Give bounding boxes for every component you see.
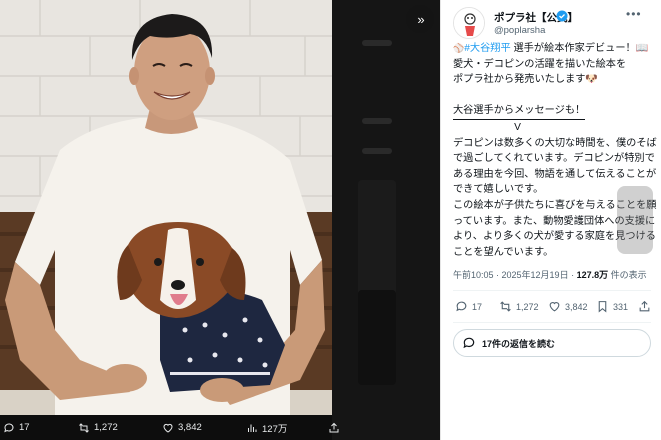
ghost-line	[362, 118, 392, 124]
app-root: » 17 1,272 3,842 127万 ポプラ社【公式】 @poplarsh…	[0, 0, 661, 440]
ghost-line	[362, 40, 392, 46]
like-count: 3,842	[565, 301, 588, 312]
heart-icon	[549, 302, 560, 312]
tweet-line: ポプラ社から発売いたします🐶	[453, 74, 599, 86]
tweet-line: 愛犬・デコピンの活躍を描いた絵本を	[453, 58, 627, 70]
photo-illustration	[0, 0, 332, 415]
viewer-repost-count: 1,272	[94, 422, 118, 433]
reply-count: 17	[472, 301, 483, 312]
media-viewer: » 17 1,272 3,842 127万	[0, 0, 440, 440]
viewer-share-button[interactable]	[328, 422, 340, 434]
floating-overlay-button[interactable]	[617, 186, 653, 254]
repost-count: 1,272	[516, 301, 539, 312]
tweet-action-bar: 17 1,272 3,842 331	[453, 300, 651, 318]
more-options-icon[interactable]: •••	[626, 7, 642, 21]
viewer-reply-count: 17	[19, 422, 30, 433]
tweet-line: ⚾#大谷翔平 選手が絵本作家デビュー！📖	[453, 41, 653, 57]
viewer-like-button[interactable]: 3,842	[162, 422, 202, 434]
message-heading: 大谷選手からメッセージも！	[453, 103, 586, 120]
share-icon	[329, 422, 339, 432]
tweet-photo[interactable]	[0, 0, 332, 415]
heart-icon	[163, 423, 173, 433]
tweet-line-text: 選手が絵本作家デビュー！📖	[510, 43, 649, 54]
collapse-panel-button[interactable]: »	[406, 5, 434, 33]
viewer-action-bar: 17 1,272 3,842 127万	[0, 415, 440, 440]
reply-icon	[4, 422, 14, 432]
divider	[453, 290, 651, 291]
views-count: 127.8万	[576, 270, 609, 280]
viewer-repost-button[interactable]: 1,272	[78, 422, 118, 434]
viewer-views-button[interactable]: 127万	[246, 421, 287, 435]
ghost-line	[362, 148, 392, 154]
viewer-views-count: 127万	[262, 423, 288, 435]
tweet-timestamp[interactable]: 午前10:05 · 2025年12月19日 ·	[453, 270, 577, 280]
divider	[453, 322, 651, 323]
bookmark-icon	[598, 301, 607, 313]
viewer-reply-button[interactable]: 17	[3, 422, 30, 434]
share-icon	[639, 300, 650, 312]
reply-bubble-icon	[463, 337, 475, 349]
share-button[interactable]	[638, 300, 651, 313]
ghost-image	[358, 290, 396, 385]
views-chart-icon	[248, 424, 257, 432]
reply-button[interactable]: 17	[455, 300, 482, 313]
hashtag-link[interactable]: #大谷翔平	[464, 43, 510, 54]
viewer-like-count: 3,842	[178, 422, 202, 433]
views-label: 件の表示	[608, 270, 647, 280]
double-chevron-right-icon: »	[417, 11, 424, 27]
tweet-line: 大谷選手からメッセージも！	[453, 103, 653, 120]
tweet-line: ある理由を今回、物語を通して伝えることが	[453, 168, 657, 180]
read-replies-button[interactable]: 17件の返信を読む	[453, 329, 651, 357]
verified-badge-icon	[556, 10, 568, 22]
repost-button[interactable]: 1,272	[499, 300, 539, 313]
read-replies-label: 17件の返信を読む	[482, 338, 556, 349]
reply-icon	[456, 301, 467, 312]
tweet-header: ポプラ社【公式】 @poplarsha •••	[453, 7, 653, 41]
tweet-line: で過ごしてくれています。デコピンが特別で	[453, 153, 655, 165]
like-button[interactable]: 3,842	[548, 300, 588, 313]
poplar-logo-icon	[454, 8, 484, 38]
bookmark-count: 331	[613, 301, 629, 312]
tweet-line: デコピンは数多くの大切な時間を、僕のそば	[453, 137, 657, 149]
repost-icon	[79, 422, 89, 433]
avatar[interactable]	[453, 7, 485, 39]
background-post-dimmed	[332, 0, 440, 440]
repost-icon	[500, 301, 511, 312]
account-handle[interactable]: @poplarsha	[494, 25, 545, 36]
baseball-icon: ⚾	[453, 43, 465, 53]
tweet-meta: 午前10:05 · 2025年12月19日 · 127.8万 件の表示	[453, 268, 647, 281]
bookmark-button[interactable]: 331	[596, 300, 628, 313]
tweet-line: V	[453, 121, 521, 133]
